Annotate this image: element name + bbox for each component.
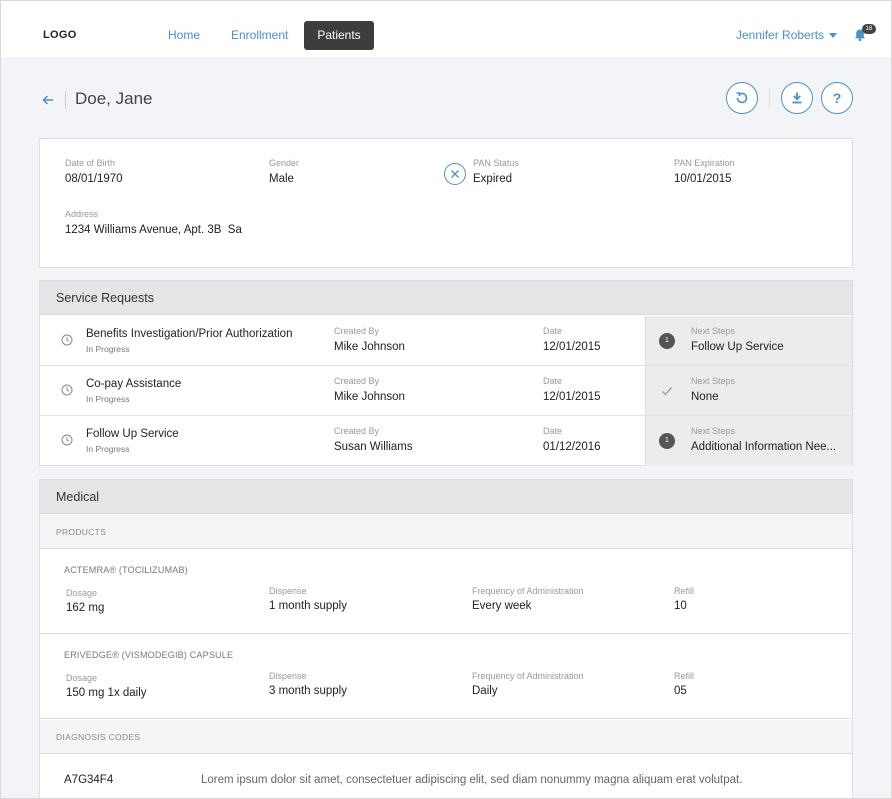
created-by-value: Mike Johnson xyxy=(334,341,405,353)
product-row: ERIVEDGE® (VISMODEGIB) CAPSULE Dosage 15… xyxy=(40,634,852,719)
dispense-value: 3 month supply xyxy=(269,685,347,697)
refresh-icon xyxy=(736,92,748,104)
service-request-title: Follow Up Service xyxy=(86,428,179,440)
dob-value: 08/01/1970 xyxy=(65,173,123,185)
refresh-button[interactable] xyxy=(726,82,758,114)
date-label: Date xyxy=(543,326,563,336)
address-label: Address xyxy=(65,209,99,219)
pan-expiration-value: 10/01/2015 xyxy=(674,173,732,185)
product-name: ERIVEDGE® (VISMODEGIB) CAPSULE xyxy=(64,650,234,660)
products-subheader: PRODUCTS xyxy=(40,515,852,549)
product-row: ACTEMRA® (TOCILIZUMAB) Dosage 162 mg Dis… xyxy=(40,549,852,634)
date-value: 12/01/2015 xyxy=(543,341,601,353)
service-request-row[interactable]: Follow Up Service In Progress Created By… xyxy=(40,416,852,466)
diagnosis-description: Lorem ipsum dolor sit amet, consectetuer… xyxy=(201,774,743,786)
dispense-label: Dispense xyxy=(269,671,307,681)
patient-info-card: Date of Birth 08/01/1970 Gender Male PAN… xyxy=(39,138,853,268)
date-value: 12/01/2015 xyxy=(543,391,601,403)
dosage-value: 150 mg 1x daily xyxy=(66,687,147,699)
help-button[interactable]: ? xyxy=(821,82,853,114)
notification-badge: 18 xyxy=(862,24,876,34)
refill-label: Refill xyxy=(674,671,695,681)
medical-card: Medical PRODUCTS ACTEMRA® (TOCILIZUMAB) … xyxy=(39,479,853,798)
service-request-status: In Progress xyxy=(86,444,130,454)
next-steps-label: Next Steps xyxy=(691,376,736,386)
refill-value: 05 xyxy=(674,685,687,697)
checkmark-icon xyxy=(662,387,672,396)
close-icon xyxy=(451,170,459,178)
service-requests-header: Service Requests xyxy=(40,281,852,315)
service-request-status: In Progress xyxy=(86,344,130,354)
download-button[interactable] xyxy=(781,82,813,114)
step-count-badge: 1 xyxy=(659,433,675,449)
app-frame: LOGO Home Enrollment Patients Jennifer R… xyxy=(0,0,892,799)
refill-label: Refill xyxy=(674,586,695,596)
patient-name-title: Doe, Jane xyxy=(75,89,153,108)
top-bar: LOGO Home Enrollment Patients Jennifer R… xyxy=(1,1,891,57)
created-by-value: Mike Johnson xyxy=(334,391,405,403)
refill-value: 10 xyxy=(674,600,687,612)
dispense-label: Dispense xyxy=(269,586,307,596)
service-request-row[interactable]: Benefits Investigation/Prior Authorizati… xyxy=(40,316,852,366)
dispense-value: 1 month supply xyxy=(269,600,347,612)
address-value: 1234 Williams Avenue, Apt. 3B Sa xyxy=(65,224,242,236)
date-label: Date xyxy=(543,376,563,386)
toolbar-divider xyxy=(769,87,770,109)
nav-patients[interactable]: Patients xyxy=(304,21,374,50)
nav-enrollment[interactable]: Enrollment xyxy=(217,21,302,50)
frequency-label: Frequency of Administration xyxy=(472,671,584,681)
date-value: 01/12/2016 xyxy=(543,441,601,453)
frequency-value: Daily xyxy=(472,685,498,697)
frequency-label: Frequency of Administration xyxy=(472,586,584,596)
question-mark-icon: ? xyxy=(832,90,842,106)
clock-icon xyxy=(61,334,73,346)
next-steps-value: Additional Information Nee... xyxy=(691,441,837,453)
user-name: Jennifer Roberts xyxy=(736,28,825,42)
diagnosis-row: A7G34F4 Lorem ipsum dolor sit amet, cons… xyxy=(40,754,852,798)
diagnosis-codes-subheader: DIAGNOSIS CODES xyxy=(40,720,852,754)
service-request-title: Benefits Investigation/Prior Authorizati… xyxy=(86,328,293,340)
next-steps-label: Next Steps xyxy=(691,426,736,436)
back-arrow-icon[interactable] xyxy=(41,93,55,107)
step-count-badge: 1 xyxy=(659,333,675,349)
dob-label: Date of Birth xyxy=(65,158,116,168)
gender-value: Male xyxy=(269,173,294,185)
medical-header: Medical xyxy=(40,480,852,514)
clock-icon xyxy=(61,384,73,396)
next-steps-label: Next Steps xyxy=(691,326,736,336)
pan-status-icon xyxy=(444,163,466,185)
product-name: ACTEMRA® (TOCILIZUMAB) xyxy=(64,565,188,575)
diagnosis-code: A7G34F4 xyxy=(64,774,114,786)
created-by-value: Susan Williams xyxy=(334,441,413,453)
next-steps-cell[interactable]: 1 Next Steps Follow Up Service xyxy=(645,316,852,365)
next-steps-cell[interactable]: Next Steps None xyxy=(645,366,852,415)
chevron-down-icon xyxy=(829,33,838,39)
dosage-label: Dosage xyxy=(66,673,98,683)
frequency-value: Every week xyxy=(472,600,532,612)
title-divider xyxy=(65,91,66,109)
dosage-value: 162 mg xyxy=(66,602,105,614)
pan-expiration-label: PAN Expiration xyxy=(674,158,735,168)
clock-icon xyxy=(61,434,73,446)
download-icon xyxy=(792,92,802,104)
pan-status-value: Expired xyxy=(473,173,512,185)
nav-home[interactable]: Home xyxy=(154,21,214,50)
user-menu[interactable]: Jennifer Roberts xyxy=(736,28,838,42)
service-request-status: In Progress xyxy=(86,394,130,404)
service-requests-card: Service Requests Benefits Investigation/… xyxy=(39,280,853,466)
next-steps-cell[interactable]: 1 Next Steps Additional Information Nee.… xyxy=(645,416,852,466)
date-label: Date xyxy=(543,426,563,436)
created-by-label: Created By xyxy=(334,426,380,436)
pan-status-label: PAN Status xyxy=(473,158,519,168)
next-steps-value: Follow Up Service xyxy=(691,341,784,353)
next-steps-value: None xyxy=(691,391,719,403)
dosage-label: Dosage xyxy=(66,588,98,598)
created-by-label: Created By xyxy=(334,376,380,386)
service-request-row[interactable]: Co-pay Assistance In Progress Created By… xyxy=(40,366,852,416)
created-by-label: Created By xyxy=(334,326,380,336)
gender-label: Gender xyxy=(269,158,300,168)
logo: LOGO xyxy=(43,29,77,41)
service-request-title: Co-pay Assistance xyxy=(86,378,182,390)
